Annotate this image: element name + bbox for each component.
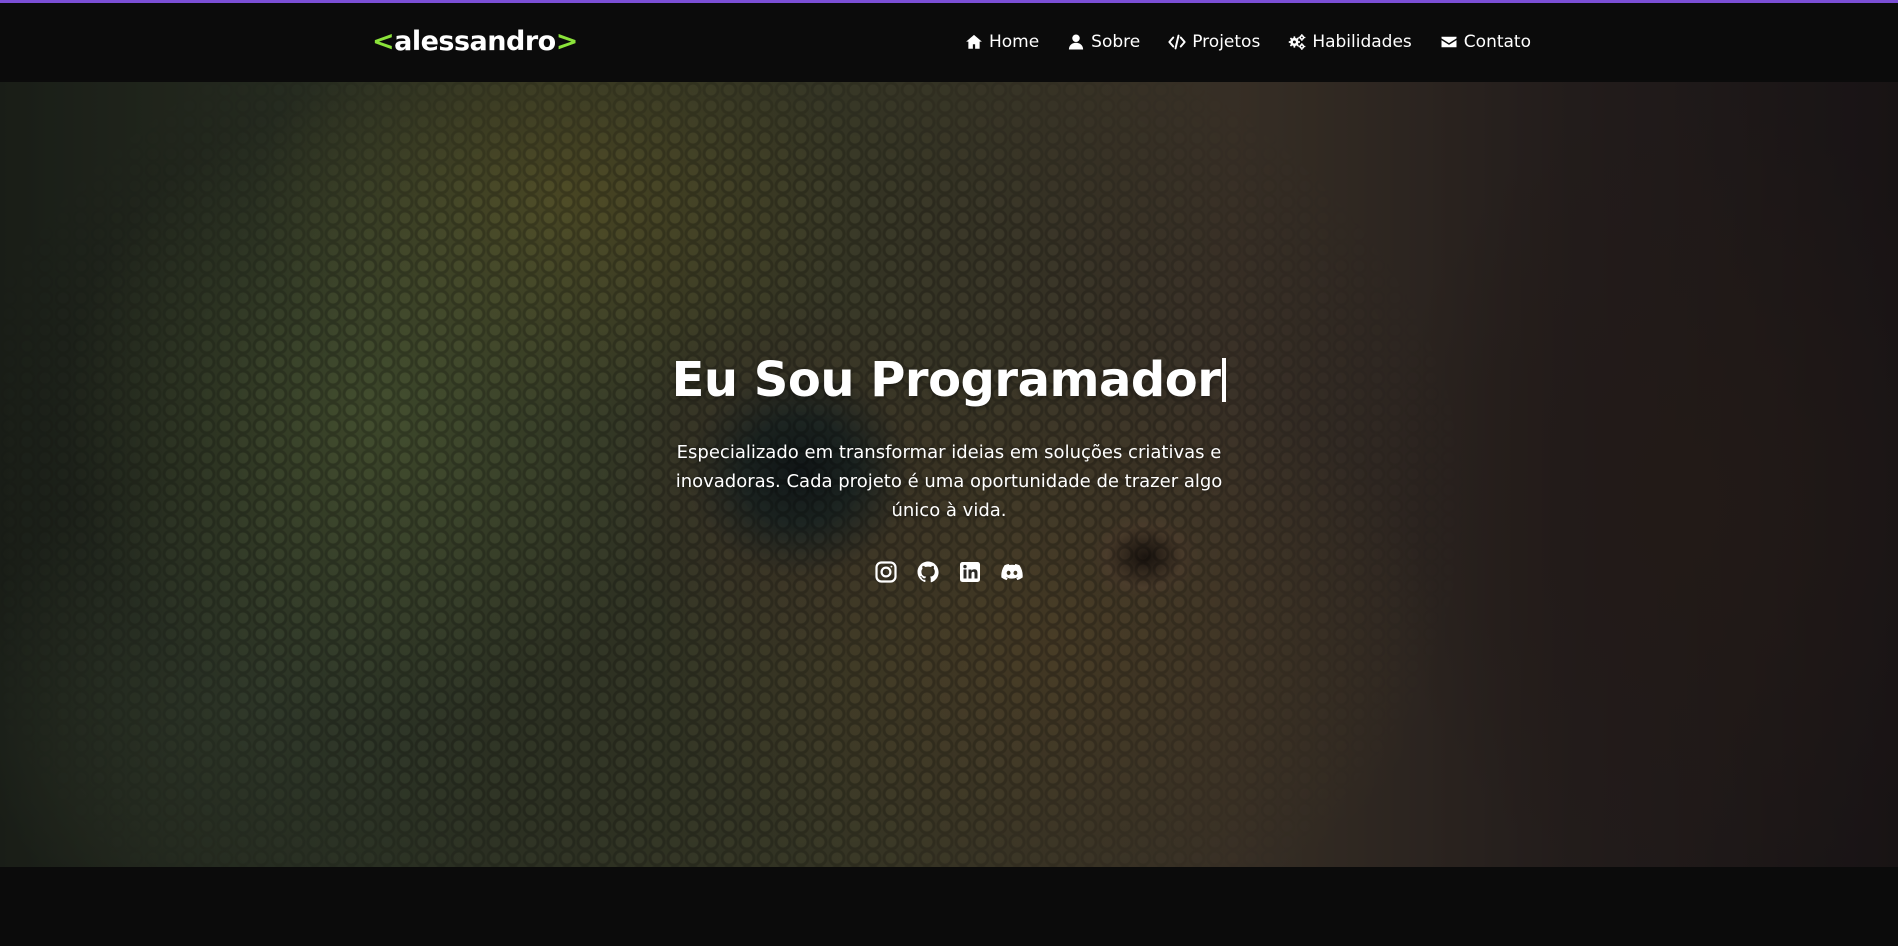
- code-icon: [1168, 33, 1186, 51]
- github-icon: [917, 561, 939, 583]
- nav-item-sobre[interactable]: Sobre: [1067, 32, 1140, 52]
- home-icon: [965, 33, 983, 51]
- envelope-icon: [1440, 33, 1458, 51]
- social-links: [873, 559, 1025, 585]
- site-header: < alessandro > Home Sobre Projetos Habil…: [0, 3, 1898, 82]
- linkedin-icon: [960, 562, 980, 582]
- discord-link[interactable]: [999, 559, 1025, 585]
- nav-item-projetos[interactable]: Projetos: [1168, 32, 1260, 52]
- page-footer-area: [0, 867, 1898, 946]
- logo-close-bracket: >: [555, 25, 579, 57]
- nav-item-contato[interactable]: Contato: [1440, 32, 1531, 52]
- main-nav: Home Sobre Projetos Habilidades Contato: [965, 27, 1531, 57]
- nav-item-home[interactable]: Home: [965, 32, 1039, 52]
- nav-item-habilidades[interactable]: Habilidades: [1288, 32, 1412, 52]
- hero-section: Eu Sou Programador Especializado em tran…: [0, 82, 1898, 867]
- gears-icon: [1288, 33, 1306, 51]
- instagram-icon: [875, 561, 897, 583]
- discord-icon: [1001, 564, 1023, 581]
- github-link[interactable]: [915, 559, 941, 585]
- hero-description: Especializado em transformar ideias em s…: [675, 442, 1223, 521]
- logo-text: alessandro: [394, 25, 556, 57]
- linkedin-link[interactable]: [957, 559, 983, 585]
- hero-title-text: Eu Sou Programador: [671, 352, 1221, 408]
- nav-label-projetos: Projetos: [1192, 32, 1261, 52]
- logo[interactable]: < alessandro >: [372, 23, 578, 59]
- hero-title: Eu Sou Programador: [672, 352, 1227, 408]
- nav-label-sobre: Sobre: [1091, 32, 1141, 52]
- nav-label-home: Home: [988, 32, 1040, 52]
- nav-label-habilidades: Habilidades: [1312, 32, 1412, 52]
- user-icon: [1067, 33, 1085, 51]
- logo-open-bracket: <: [372, 25, 395, 57]
- hero-content: Eu Sou Programador Especializado em tran…: [0, 82, 1898, 867]
- nav-label-contato: Contato: [1463, 32, 1531, 52]
- typing-cursor: [1222, 358, 1227, 402]
- instagram-link[interactable]: [873, 559, 899, 585]
